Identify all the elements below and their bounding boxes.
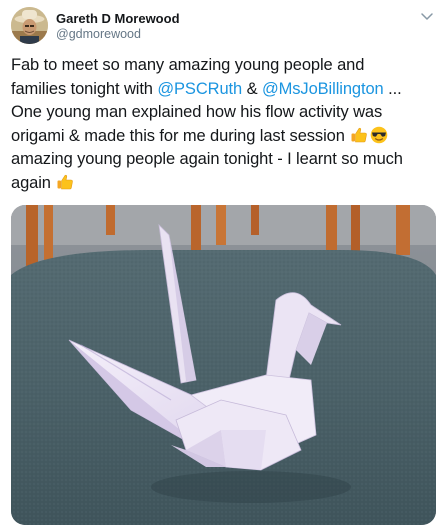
tweet-text-segment: ... — [383, 79, 402, 98]
thumbs-up-icon — [350, 126, 368, 144]
tweet-photo[interactable] — [11, 205, 436, 525]
tweet-text-line: amazing young people again tonight - I l… — [11, 148, 441, 172]
thumbs-up-icon — [56, 173, 74, 191]
author-display-name[interactable]: Gareth D Morewood — [56, 11, 180, 26]
tweet-text-segment: origami & made this for me during last s… — [11, 126, 350, 145]
tweet-text-line: One young man explained how his flow act… — [11, 101, 441, 125]
tweet-text-line: origami & made this for me during last s… — [11, 125, 441, 149]
author-username[interactable]: @gdmorewood — [56, 27, 141, 42]
tweet-text-segment: again — [11, 173, 56, 192]
tweet-text-line: again — [11, 172, 441, 196]
tweet-text-segment: amazing young people again tonight - I l… — [11, 150, 403, 168]
chevron-down-icon[interactable] — [419, 8, 435, 24]
tweet-text-line: families tonight with @PSCRuth & @MsJoBi… — [11, 78, 441, 102]
tweet-text: Fab to meet so many amazing young people… — [11, 54, 441, 195]
tweet-text-segment: One young man explained how his flow act… — [11, 103, 383, 121]
tweet-text-segment: families tonight with — [11, 79, 158, 98]
mention-link[interactable]: @MsJoBillington — [262, 80, 384, 98]
tweet-text-segment: Fab to meet so many amazing young people… — [11, 56, 365, 74]
tweet-text-line: Fab to meet so many amazing young people… — [11, 54, 441, 78]
avatar[interactable] — [11, 7, 48, 44]
sunglasses-face-icon — [370, 126, 388, 144]
mention-link[interactable]: @PSCRuth — [157, 80, 242, 98]
tweet: Gareth D Morewood @gdmorewood Fab to mee… — [0, 0, 445, 528]
origami-crane-photo — [11, 205, 436, 525]
tweet-text-segment: & — [242, 79, 262, 98]
